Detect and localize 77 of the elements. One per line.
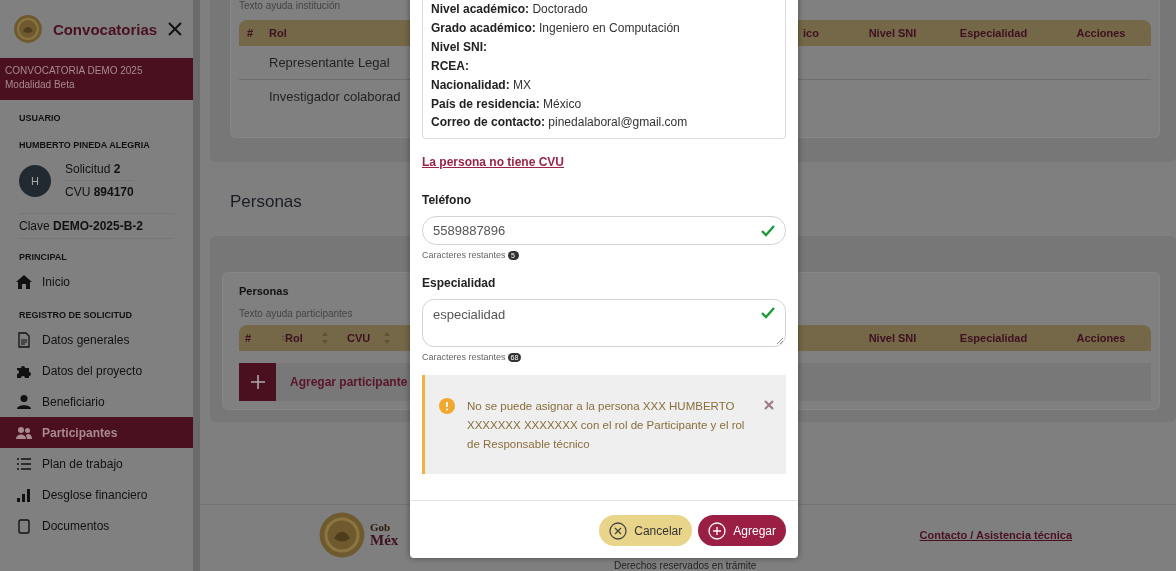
help-text: Texto ayuda participantes [239,308,353,319]
program-modality: Modalidad Beta [5,79,76,90]
plus-icon [250,375,265,389]
program-name: CONVOCATORIA DEMO 2025 [5,65,144,76]
no-cvu-link[interactable]: La persona no tiene CVU [422,155,786,170]
home-icon [16,273,32,290]
alert-message: No se puede asignar a la persona XXX HUMBERTO XXXXXXX XXXXXXX con el rol de Participante y el rol de Responsable técnico [467,399,746,453]
column-header: Acciones [1075,27,1127,39]
add-button[interactable]: Agregar [698,515,786,546]
close-icon[interactable] [764,400,774,411]
detail-line: País de residencia: México [431,95,583,113]
avatar: H [19,164,51,197]
nav-item[interactable]: Beneficiario [0,386,193,417]
seal-icon [13,14,43,44]
helper-text: Caracteres restantes [422,352,506,363]
scrollbar[interactable] [193,0,200,571]
nav-item[interactable]: Desglose financiero [0,479,193,510]
column-header: ico [802,27,820,39]
logo-text: Gob [370,522,392,533]
table-cell: Investigador colaborad [269,89,401,104]
column-header[interactable]: CVU [347,332,373,344]
document-icon [16,331,32,348]
detail-line: RCEA: [431,57,470,75]
section-title: Personas [230,192,302,212]
detail-line: Nivel SNI: [431,38,488,56]
warning-icon [439,398,455,415]
people-icon [16,424,32,441]
section-heading: PRINCIPAL [18,252,68,262]
add-participant-link[interactable]: Agregar participante [290,375,408,389]
field-label: Teléfono [422,193,473,208]
person-icon [16,393,32,410]
nav-item[interactable]: Participantes [0,417,193,448]
copy-icon [16,517,32,534]
column-header: Nivel SNI [867,332,918,344]
nav-item[interactable]: Inicio [0,266,193,297]
column-header: Nivel SNI [867,27,918,39]
bars-icon [16,486,32,503]
table-cell: Representante Legal [269,55,390,70]
seal-icon [318,511,366,559]
circle-x-icon [609,521,628,540]
column-header[interactable]: # [245,332,271,344]
sidebar-title: Convocatorias [52,20,158,38]
request-key: Clave DEMO-2025-B-2 [19,213,174,239]
detail-line: Correo de contacto: pinedalaboral@gmail.com [431,114,689,132]
textarea-field[interactable]: especialidad [422,299,786,348]
helper-text: Caracteres restantes [422,250,506,261]
card-title: Personas [239,285,290,297]
help-text: Texto ayuda institución [239,0,341,12]
logo-text: Méx [370,533,399,548]
nav-item[interactable]: Plan de trabajo [0,448,193,479]
nav-item[interactable]: Datos del proyecto [0,355,193,386]
column-header: Acciones [1075,332,1127,344]
detail-line: Grado académico: Ingeniero en Computación [431,19,681,37]
resize-handle-icon[interactable] [777,338,783,345]
request-number: Solicitud 2 [65,158,134,181]
section-heading: REGISTRO DE SOLICITUD [18,310,133,320]
list-icon [16,455,32,472]
column-header: Especialidad [958,332,1029,344]
column-header: Rol [269,27,287,39]
column-header: Especialidad [958,27,1029,39]
user-name: HUMBERTO PINEDA ALEGRIA [18,140,151,150]
input-field[interactable]: 5589887896 [422,216,786,246]
nav-item[interactable]: Datos generales [0,324,193,355]
column-header: # [246,27,255,39]
close-icon[interactable] [167,21,183,37]
cancel-button[interactable]: Cancelar [599,515,693,546]
detail-line: Nivel académico: Doctorado [431,1,589,18]
add-button[interactable] [239,363,276,401]
column-header[interactable]: Rol [285,332,311,344]
section-heading: USUARIO [18,113,62,123]
cvu-number: CVU 894170 [65,184,134,201]
nav-item[interactable]: Documentos [0,510,193,541]
contact-link[interactable]: Contacto / Asistencia técnica [919,529,1072,541]
detail-line: Nacionalidad: MX [431,76,533,94]
footer-text: Derechos reservados en trámite [614,560,757,571]
field-label: Especialidad [422,276,497,291]
circle-plus-icon [708,521,727,540]
